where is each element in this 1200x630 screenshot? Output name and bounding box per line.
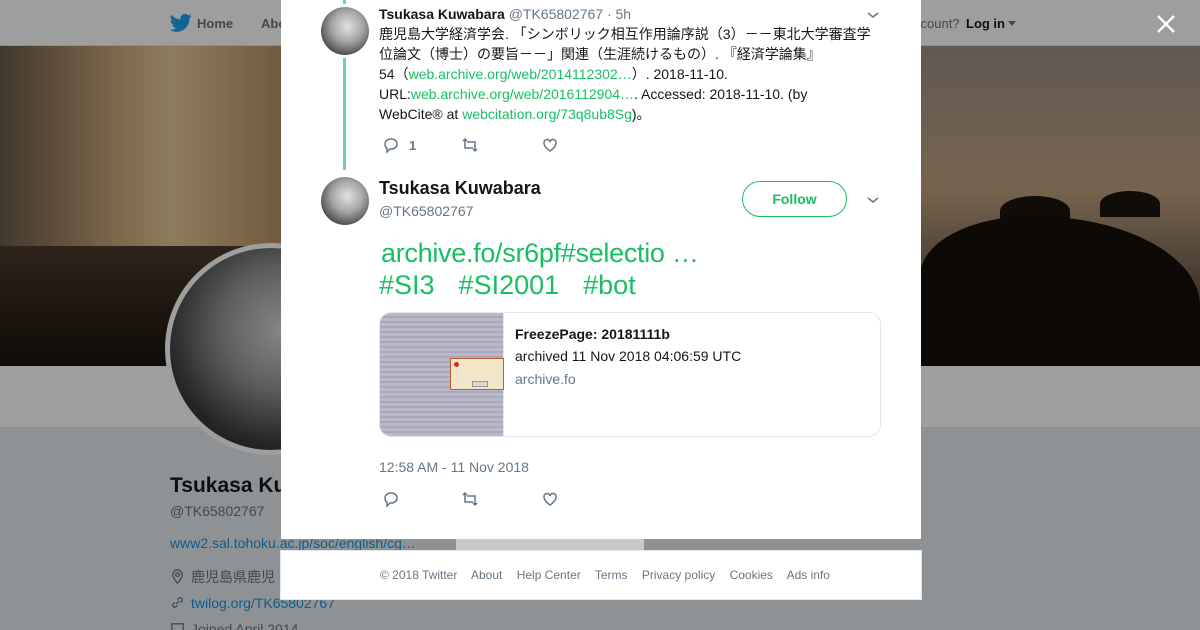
chevron-down-icon[interactable] [866, 193, 880, 207]
tweet-author-name[interactable]: Tsukasa Kuwabara [379, 178, 541, 199]
chevron-down-icon[interactable] [866, 8, 880, 22]
like-button[interactable] [541, 490, 559, 511]
tweet-timestamp[interactable]: 12:58 AM - 11 Nov 2018 [379, 459, 529, 475]
hashtag-link[interactable]: #SI2001 [459, 270, 560, 300]
reply-count: 1 [409, 138, 417, 153]
footer: © 2018 Twitter About Help Center Terms P… [280, 550, 922, 600]
footer-link-about[interactable]: About [471, 568, 502, 582]
tweet-text-part: 鹿児島大学経済学会. 「シンボリック相互作用論序説（3）－－東北大学審査学位論文… [379, 26, 871, 62]
tweet-time[interactable]: · 5h [607, 6, 631, 22]
close-icon[interactable] [1154, 12, 1178, 36]
reply-icon [384, 138, 398, 154]
tweet-text-part: URL: [379, 86, 411, 102]
error-icon [454, 362, 459, 367]
card-domain: archive.fo [515, 371, 576, 387]
card-description: archived 11 Nov 2018 04:06:59 UTC [515, 348, 742, 364]
link-card[interactable]: FreezePage: 20181111b archived 11 Nov 20… [379, 312, 881, 437]
tweet-header: Tsukasa Kuwabara @TK65802767 · 5h [379, 6, 631, 22]
reply-button[interactable]: 1 [382, 136, 416, 157]
footer-copyright: © 2018 Twitter [380, 568, 458, 582]
follow-button[interactable]: Follow [742, 181, 847, 217]
like-button[interactable] [541, 136, 559, 157]
hashtag-link[interactable]: #bot [583, 270, 636, 300]
retweet-button[interactable] [461, 136, 479, 157]
retweet-icon [462, 491, 478, 507]
reply-icon [384, 492, 398, 508]
footer-link-terms[interactable]: Terms [595, 568, 628, 582]
reply-button[interactable] [382, 490, 400, 511]
tweet-text: 鹿児島大学経済学会. 「シンボリック相互作用論序説（3）－－東北大学審査学位論文… [379, 24, 879, 124]
avatar[interactable] [321, 7, 369, 55]
tweet-text-part: 54（ [379, 66, 409, 82]
thread-line [343, 58, 346, 170]
tweet-text-part: )。 [631, 106, 651, 122]
tweet-link[interactable]: archive.fo/sr6pf#selectio … [381, 238, 699, 269]
tweet-link[interactable]: web.archive.org/web/2016112904… [411, 86, 634, 102]
footer-link-cookies[interactable]: Cookies [730, 568, 773, 582]
thread-line [343, 0, 346, 4]
footer-link-ads[interactable]: Ads info [787, 568, 830, 582]
overlay-strip [456, 539, 644, 550]
tweet-text-part: WebCite® at [379, 106, 463, 122]
card-title: FreezePage: 20181111b [515, 326, 670, 342]
avatar[interactable] [321, 177, 369, 225]
tweet-author-handle[interactable]: @TK65802767 [509, 6, 603, 22]
tweet-text-part: ）. 2018-11-10. [631, 66, 728, 82]
tweet-link[interactable]: webcitation.org/73q8ub8Sg [462, 106, 632, 122]
tweet-modal: Tsukasa Kuwabara @TK65802767 · 5h 鹿児島大学経… [281, 0, 921, 539]
thumbnail-dialog [450, 358, 504, 390]
heart-icon [543, 138, 557, 152]
hashtag-link[interactable]: #SI3 [379, 270, 435, 300]
card-thumbnail [380, 313, 504, 436]
heart-icon [543, 492, 557, 506]
footer-link-help[interactable]: Help Center [517, 568, 581, 582]
tweet-text-part: . Accessed: 2018-11-10. (by [634, 86, 808, 102]
thumbnail-button [472, 381, 488, 387]
retweet-button[interactable] [461, 490, 479, 511]
tweet-hashtags: #SI3 #SI2001 #bot [379, 270, 660, 301]
retweet-icon [462, 137, 478, 153]
tweet-author-handle[interactable]: @TK65802767 [379, 203, 473, 219]
tweet-author-name[interactable]: Tsukasa Kuwabara [379, 6, 505, 22]
tweet-link[interactable]: web.archive.org/web/2014112302… [409, 66, 632, 82]
footer-links: © 2018 Twitter About Help Center Terms P… [380, 568, 841, 582]
footer-link-privacy[interactable]: Privacy policy [642, 568, 715, 582]
